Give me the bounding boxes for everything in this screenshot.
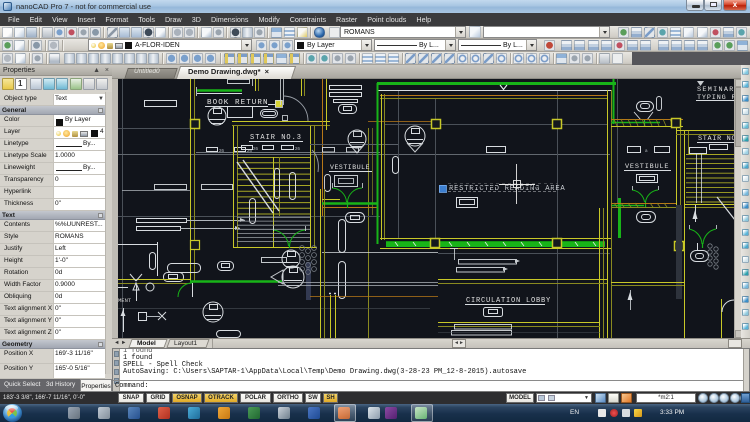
svg-text:BOOK RETURN: BOOK RETURN — [207, 99, 269, 107]
svg-text:VESTIBULE: VESTIBULE — [625, 163, 669, 171]
svg-text:26: 26 — [253, 146, 259, 151]
svg-text:STAIR NO: STAIR NO — [698, 135, 734, 143]
svg-text:MENT: MENT — [118, 297, 132, 304]
svg-text:CIRCULATION LOBBY: CIRCULATION LOBBY — [466, 297, 551, 305]
svg-text:26: 26 — [295, 146, 301, 151]
svg-text:VESTIBULE: VESTIBULE — [330, 164, 370, 171]
svg-text:STAIR NO.3: STAIR NO.3 — [250, 134, 302, 142]
svg-text:SEMINAR: SEMINAR — [697, 86, 734, 94]
